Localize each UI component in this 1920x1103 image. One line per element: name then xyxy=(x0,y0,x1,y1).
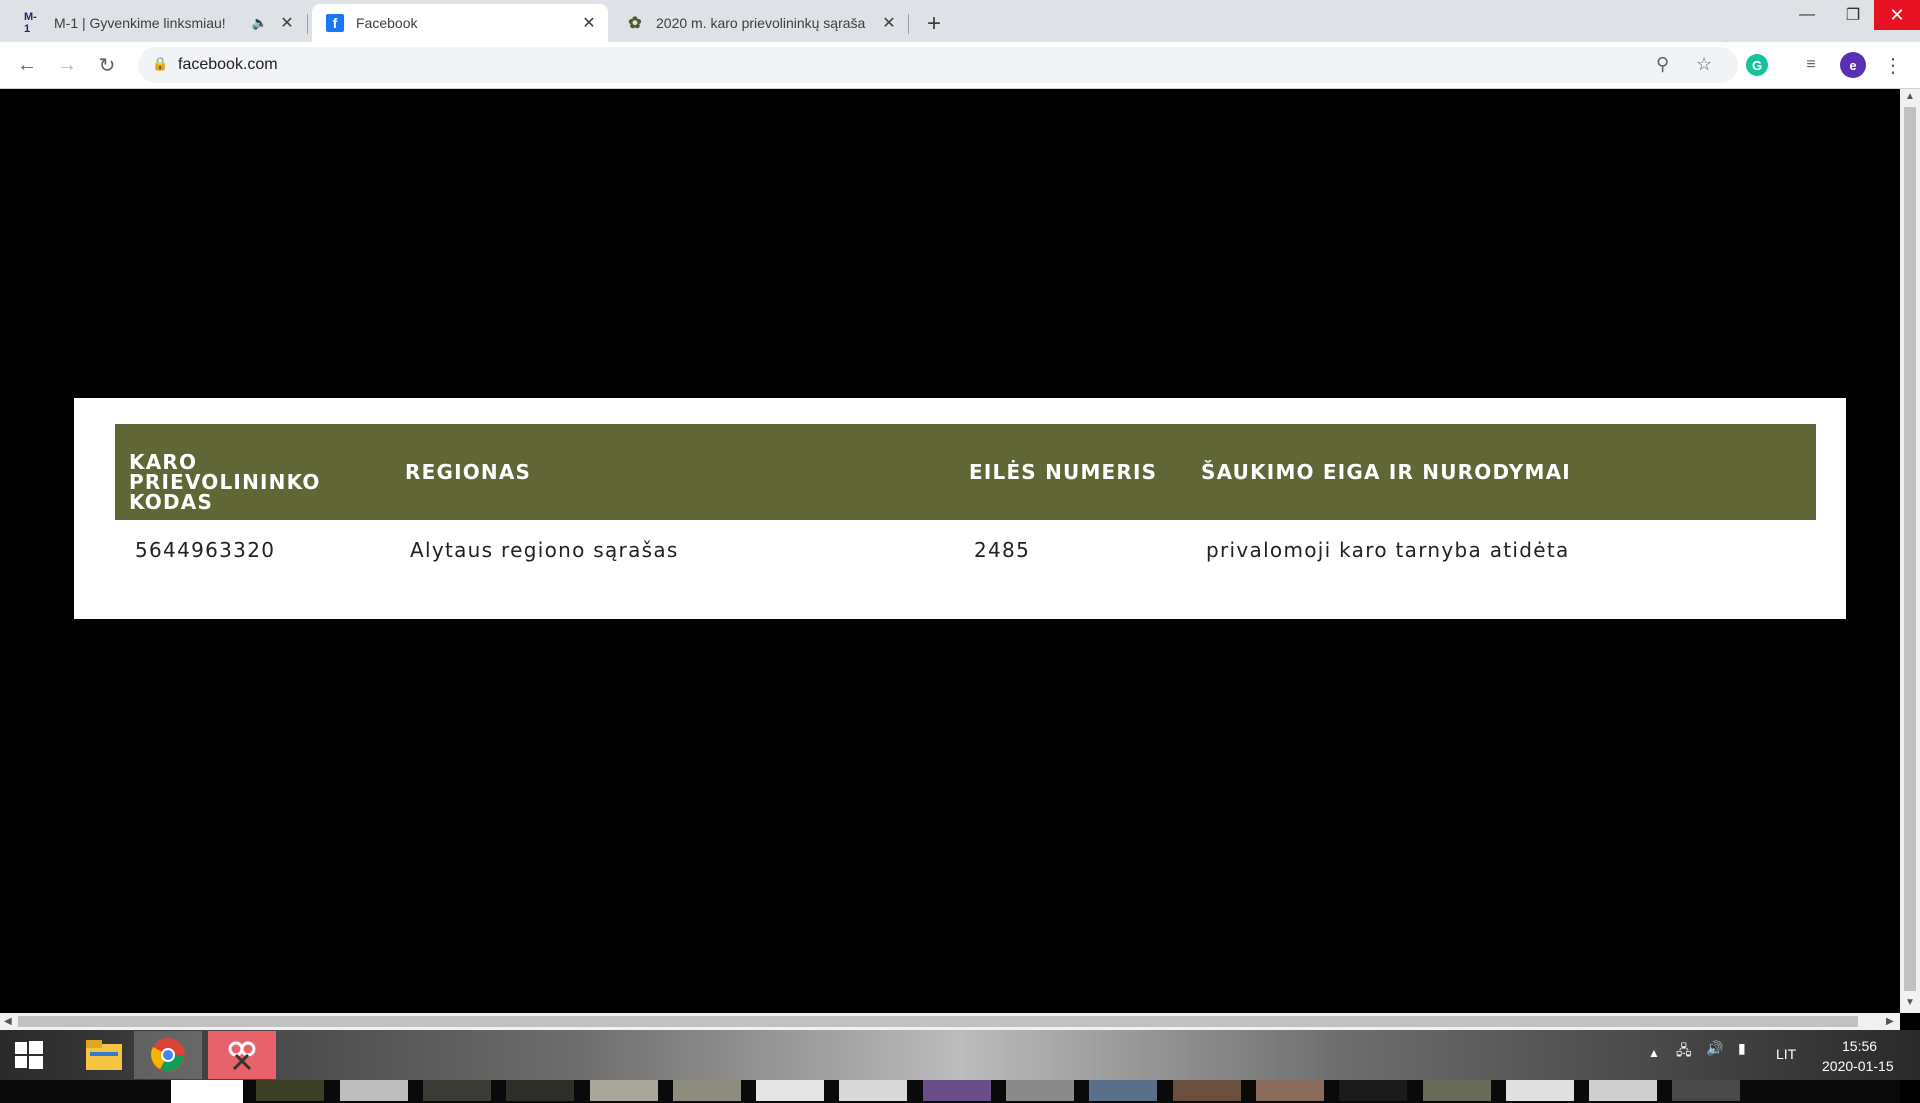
windows-taskbar: ▲ 🖧 🔊 ▮ LIT 15:56 2020-01-15 xyxy=(0,1030,1920,1080)
scroll-left-icon[interactable]: ◀ xyxy=(4,1016,12,1027)
cell-saukimo-eiga: privalomoji karo tarnyba atidėta xyxy=(1206,538,1570,562)
close-icon[interactable]: ✕ xyxy=(276,12,298,34)
close-icon[interactable]: ✕ xyxy=(878,12,900,34)
photo-viewer: KARO PRIEVOLININKO KODAS REGIONAS EILĖS … xyxy=(0,89,1900,1103)
forward-arrow-icon[interactable]: → xyxy=(52,50,82,80)
header-kodas: KARO PRIEVOLININKO KODAS xyxy=(129,450,321,514)
network-icon[interactable]: 🖧 xyxy=(1676,1040,1692,1064)
tab-facebook[interactable]: f Facebook ✕ xyxy=(312,4,608,42)
chrome-icon[interactable] xyxy=(134,1031,202,1079)
window-close-icon[interactable]: ✕ xyxy=(1874,0,1920,30)
minimize-icon[interactable]: — xyxy=(1784,0,1830,30)
horizontal-scroll-thumb[interactable] xyxy=(18,1016,1858,1027)
clock-date[interactable]: 2020-01-15 xyxy=(1822,1058,1894,1074)
snipping-tool-icon[interactable] xyxy=(208,1031,276,1079)
power-icon[interactable]: ▮ xyxy=(1738,1040,1746,1057)
show-hidden-icons-icon[interactable]: ▲ xyxy=(1648,1046,1660,1060)
url-text[interactable]: facebook.com xyxy=(178,56,278,74)
language-indicator[interactable]: LIT xyxy=(1776,1046,1796,1062)
table-header-row: KARO PRIEVOLININKO KODAS REGIONAS EILĖS … xyxy=(115,424,1816,520)
vertical-scrollbar[interactable]: ▲ ▼ xyxy=(1900,89,1920,1013)
m1-favicon-icon: M-1 xyxy=(24,11,37,35)
scroll-up-icon[interactable]: ▲ xyxy=(1905,91,1915,102)
tab-divider xyxy=(307,14,308,34)
kebab-menu-icon[interactable]: ⋮ xyxy=(1878,50,1908,80)
cell-eiles-numeris: 2485 xyxy=(974,538,1031,562)
tab-divider xyxy=(908,14,909,34)
grammarly-icon[interactable]: G xyxy=(1746,54,1768,76)
address-bar[interactable]: 🔒 facebook.com ⚲ ☆ xyxy=(138,47,1738,83)
scroll-right-icon[interactable]: ▶ xyxy=(1886,1016,1894,1027)
tab-strip: M-1 M-1 | Gyvenkime linksmiau! 🔈 ✕ f Fac… xyxy=(0,0,1920,42)
volume-icon[interactable]: 🔊 xyxy=(1706,1040,1723,1057)
back-arrow-icon[interactable]: ← xyxy=(12,50,42,80)
new-tab-plus-icon[interactable]: + xyxy=(918,8,950,40)
cell-regionas: Alytaus regiono sąrašas xyxy=(410,538,679,562)
tab-title: 2020 m. karo prievolininkų sąraša xyxy=(656,15,866,31)
vertical-scroll-thumb[interactable] xyxy=(1904,107,1916,991)
reload-icon[interactable]: ↻ xyxy=(92,50,122,80)
zoom-icon[interactable]: ⚲ xyxy=(1656,54,1669,75)
table-image: KARO PRIEVOLININKO KODAS REGIONAS EILĖS … xyxy=(74,398,1846,619)
bookmark-star-icon[interactable]: ☆ xyxy=(1696,54,1712,75)
clock-time[interactable]: 15:56 xyxy=(1842,1038,1877,1054)
cell-kodas: 5644963320 xyxy=(135,538,276,562)
close-icon[interactable]: ✕ xyxy=(578,12,600,34)
lock-icon: 🔒 xyxy=(152,56,169,71)
header-regionas: REGIONAS xyxy=(405,460,532,484)
media-queue-icon[interactable]: ≡ xyxy=(1796,50,1826,80)
scroll-down-icon[interactable]: ▼ xyxy=(1905,997,1915,1008)
profile-avatar[interactable]: e xyxy=(1840,52,1866,78)
tab-title: M-1 | Gyvenkime linksmiau! xyxy=(54,15,226,31)
muted-speaker-icon[interactable]: 🔈 xyxy=(252,15,268,31)
header-saukimo-eiga: ŠAUKIMO EIGA IR NURODYMAI xyxy=(1201,460,1571,484)
browser-toolbar: ← → ↻ 🔒 facebook.com ⚲ ☆ G ≡ e ⋮ xyxy=(0,42,1920,89)
horizontal-scrollbar[interactable]: ◀ ▶ xyxy=(0,1013,1900,1030)
file-explorer-icon[interactable] xyxy=(70,1031,138,1079)
tab-title: Facebook xyxy=(356,15,418,31)
tab-m1[interactable]: M-1 M-1 | Gyvenkime linksmiau! 🔈 ✕ xyxy=(10,4,306,42)
restore-icon[interactable]: ❐ xyxy=(1830,0,1876,30)
leaf-favicon-icon: ✿ xyxy=(628,15,642,32)
facebook-favicon-icon: f xyxy=(326,14,344,32)
header-eiles-numeris: EILĖS NUMERIS xyxy=(969,460,1158,484)
tab-prievolininkai[interactable]: ✿ 2020 m. karo prievolininkų sąraša ✕ xyxy=(612,4,908,42)
windows-start-icon[interactable] xyxy=(0,1031,58,1079)
